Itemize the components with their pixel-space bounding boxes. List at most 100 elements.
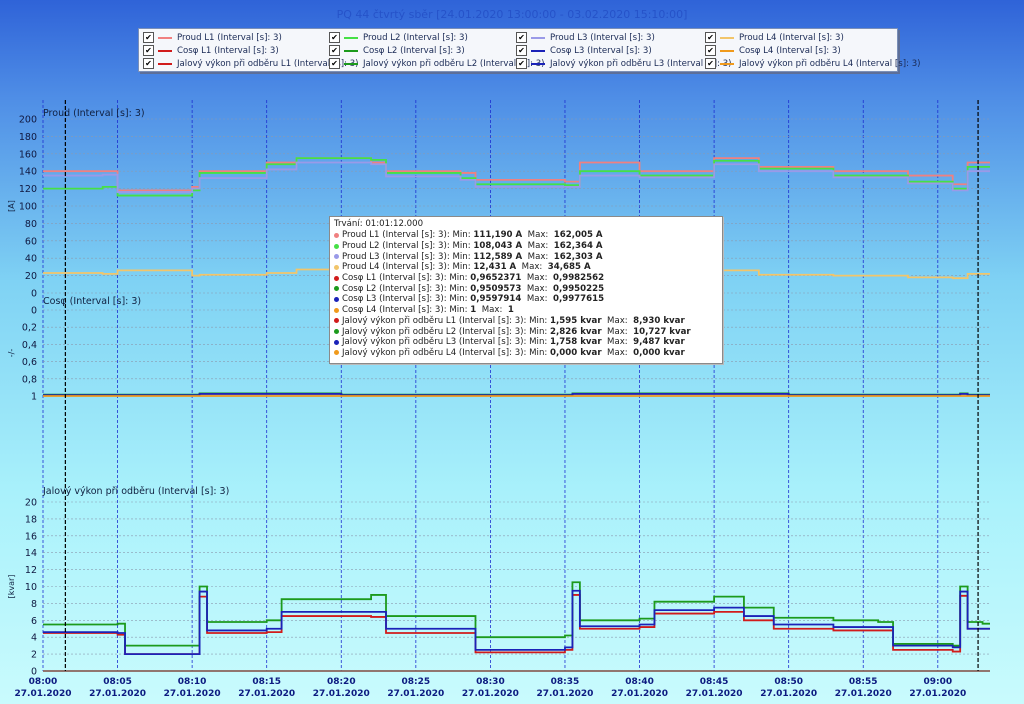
tooltip-max-label: Max:: [522, 241, 554, 252]
y-tick-label: 100: [19, 202, 37, 213]
tooltip-min: 0,9652371: [470, 273, 522, 284]
y-tick-label: 0,8: [22, 374, 37, 385]
tooltip-row: Jalový výkon při odběru L3 (Interval [s]…: [330, 337, 722, 348]
tooltip-dot: [334, 254, 339, 260]
y-axis-label: [A]: [7, 200, 16, 212]
tooltip-series-name: Cosφ L3 (Interval [s]: 3): Min:: [342, 294, 471, 305]
tooltip-series-name: Cosφ L4 (Interval [s]: 3): Min:: [342, 305, 471, 316]
tooltip-max: 8,930 kvar: [633, 315, 685, 326]
tooltip-dot: [334, 286, 339, 292]
tooltip-dot: [334, 296, 339, 302]
x-tick-date: 27.01.2020: [89, 689, 146, 699]
x-tick-time: 08:50: [774, 677, 803, 687]
tooltip-max: 162,005 A: [553, 230, 603, 241]
x-tick-date: 27.01.2020: [835, 689, 892, 699]
series-line: [43, 589, 990, 655]
tooltip-duration: Trvání: 01:01:12.000: [334, 219, 424, 229]
x-tick-date: 27.01.2020: [462, 689, 519, 699]
tooltip-max-label: Max:: [601, 326, 634, 337]
tooltip-row: Proud L1 (Interval [s]: 3): Min: 111,190…: [330, 230, 722, 241]
y-tick-label: 0: [31, 306, 37, 317]
y-tick-label: 10: [25, 582, 37, 593]
tooltip-row: Proud L2 (Interval [s]: 3): Min: 108,043…: [330, 241, 722, 252]
y-tick-label: 14: [25, 548, 37, 559]
x-tick-date: 27.01.2020: [238, 689, 295, 699]
y-tick-label: 1: [31, 392, 37, 403]
tooltip-max-label: Max:: [521, 283, 553, 294]
tooltip-max: 34,685 A: [547, 262, 591, 273]
tooltip-dot: [334, 275, 339, 281]
tooltip-max-label: Max:: [601, 315, 634, 326]
tooltip-min: 111,190 A: [473, 230, 523, 241]
y-tick-label: 40: [25, 254, 37, 265]
tooltip-max-label: Max:: [476, 305, 508, 316]
y-tick-label: 0,2: [22, 323, 37, 334]
tooltip-dot: [334, 318, 339, 324]
y-tick-label: 60: [25, 236, 37, 247]
x-tick-time: 09:00: [923, 677, 952, 687]
tooltip-dot: [334, 243, 339, 249]
y-tick-label: 20: [25, 271, 37, 282]
tooltip-row: Cosφ L3 (Interval [s]: 3): Min: 0,959791…: [330, 294, 722, 305]
tooltip-series-name: Proud L3 (Interval [s]: 3): Min:: [342, 251, 474, 262]
y-tick-label: 18: [25, 514, 37, 525]
tooltip-dot: [334, 329, 339, 335]
y-tick-label: 0: [31, 667, 37, 678]
series-line: [43, 581, 990, 647]
y-tick-label: 12: [25, 565, 37, 576]
x-tick-date: 27.01.2020: [164, 689, 221, 699]
tooltip-max-label: Max:: [601, 347, 634, 358]
tooltip-dot: [334, 232, 339, 238]
tooltip-max: 0,9950225: [552, 283, 605, 294]
tooltip-rows: Proud L1 (Interval [s]: 3): Min: 111,190…: [330, 230, 722, 358]
tooltip-max-label: Max:: [522, 251, 554, 262]
tooltip-row: Proud L4 (Interval [s]: 3): Min: 12,431 …: [330, 262, 722, 273]
tooltip-max-label: Max:: [521, 273, 553, 284]
tooltip-series-name: Proud L2 (Interval [s]: 3): Min:: [342, 241, 474, 252]
y-tick-label: 0,4: [22, 340, 37, 351]
tooltip-min: 108,043 A: [473, 241, 523, 252]
tooltip-max: 1: [507, 305, 514, 316]
tooltip-row: Jalový výkon při odběru L4 (Interval [s]…: [330, 348, 722, 359]
y-tick-label: 180: [19, 132, 37, 143]
tooltip-series-name: Proud L4 (Interval [s]: 3): Min:: [342, 262, 474, 273]
y-tick-label: 6: [31, 616, 37, 627]
tooltip-max: 9,487 kvar: [633, 337, 685, 348]
tooltip-max: 10,727 kvar: [633, 326, 691, 337]
y-axis-label: [kvar]: [7, 575, 16, 599]
tooltip-max: 162,303 A: [553, 251, 603, 262]
tooltip-row: Jalový výkon při odběru L2 (Interval [s]…: [330, 326, 722, 337]
tooltip-series-name: Jalový výkon při odběru L1 (Interval [s]…: [342, 315, 551, 326]
x-tick-time: 08:00: [29, 677, 58, 687]
tooltip-max-label: Max:: [601, 337, 634, 348]
x-tick-date: 27.01.2020: [313, 689, 370, 699]
tooltip-max: 162,364 A: [553, 241, 603, 252]
x-tick-time: 08:35: [551, 677, 580, 687]
x-tick-date: 27.01.2020: [611, 689, 668, 699]
x-tick-time: 08:55: [849, 677, 878, 687]
series-line: [43, 161, 990, 193]
tooltip-row: Cosφ L1 (Interval [s]: 3): Min: 0,965237…: [330, 273, 722, 284]
tooltip-max-label: Max:: [522, 230, 554, 241]
x-tick-time: 08:20: [327, 677, 356, 687]
x-tick-time: 08:40: [625, 677, 654, 687]
tooltip: Trvání: 01:01:12.000 Proud L1 (Interval …: [329, 216, 723, 364]
tooltip-min: 2,826 kvar: [550, 326, 602, 337]
y-axis-label: -/-: [7, 349, 16, 358]
tooltip-min: 0,000 kvar: [550, 347, 602, 358]
tooltip-dot: [334, 307, 339, 313]
panel-title: Proud (Interval [s]: 3): [43, 108, 145, 119]
y-tick-label: 4: [31, 633, 37, 644]
x-tick-time: 08:10: [178, 677, 207, 687]
series-line: [43, 157, 990, 192]
tooltip-max: 0,9982562: [552, 273, 605, 284]
x-tick-time: 08:15: [252, 677, 281, 687]
tooltip-series-name: Jalový výkon při odběru L3 (Interval [s]…: [342, 337, 551, 348]
x-tick-time: 08:25: [402, 677, 431, 687]
tooltip-min: 1,595 kvar: [550, 315, 602, 326]
tooltip-series-name: Cosφ L1 (Interval [s]: 3): Min:: [342, 273, 471, 284]
tooltip-row: Cosφ L4 (Interval [s]: 3): Min: 1 Max: 1: [330, 305, 722, 316]
y-tick-label: 160: [19, 149, 37, 160]
tooltip-max-label: Max:: [521, 294, 553, 305]
x-tick-date: 27.01.2020: [909, 689, 966, 699]
